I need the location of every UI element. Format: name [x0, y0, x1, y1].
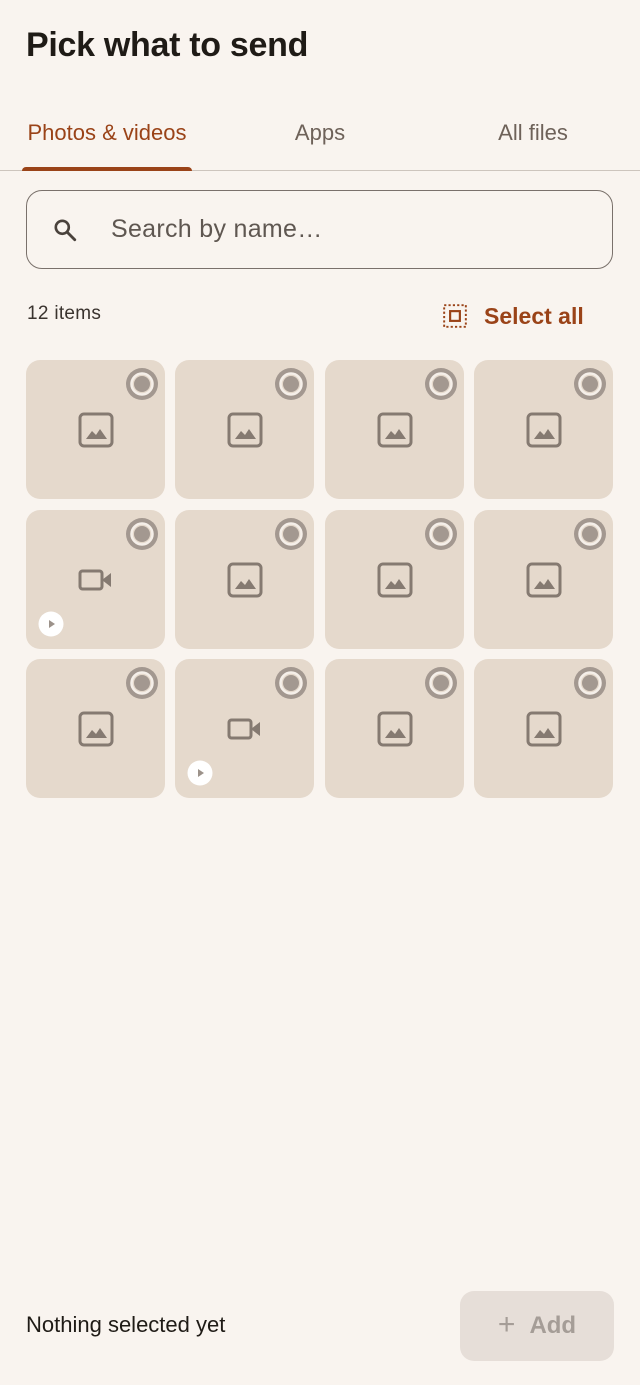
media-tile-image[interactable] [324, 509, 464, 649]
image-icon [376, 561, 414, 599]
image-icon [226, 561, 264, 599]
play-badge-icon [187, 760, 213, 786]
tab-bar: Photos & videos Apps All files [0, 95, 640, 171]
media-tile-video[interactable] [26, 509, 165, 649]
video-icon [77, 561, 115, 599]
select-checkbox[interactable] [573, 367, 607, 401]
media-tile-image[interactable] [473, 659, 613, 798]
tab-label: Apps [294, 119, 346, 145]
media-tile-image[interactable] [324, 659, 464, 798]
search-icon [54, 219, 77, 242]
image-icon [525, 561, 563, 599]
select-checkbox[interactable] [424, 666, 458, 700]
media-tile-video[interactable] [175, 659, 315, 798]
tab-apps[interactable]: Apps [250, 95, 390, 170]
media-tile-image[interactable] [26, 360, 165, 499]
active-tab-indicator [22, 167, 192, 171]
select-checkbox[interactable] [424, 517, 458, 551]
select-checkbox[interactable] [125, 367, 159, 401]
media-tile-image[interactable] [26, 659, 165, 798]
select-checkbox[interactable] [573, 517, 607, 551]
select-checkbox[interactable] [125, 517, 159, 551]
image-icon [525, 710, 563, 748]
select-checkbox[interactable] [274, 666, 308, 700]
media-tile-image[interactable] [175, 360, 315, 499]
select-checkbox[interactable] [274, 517, 308, 551]
select-all-icon [443, 304, 467, 328]
tab-label: All files [498, 119, 568, 145]
select-checkbox[interactable] [125, 666, 159, 700]
selection-status: Nothing selected yet [26, 1312, 226, 1337]
select-all-label: Select all [484, 302, 584, 329]
search-box [26, 190, 613, 269]
image-icon [226, 411, 264, 449]
tab-all-files[interactable]: All files [470, 95, 596, 170]
page-title: Pick what to send [26, 26, 309, 64]
select-checkbox[interactable] [424, 367, 458, 401]
select-checkbox[interactable] [573, 666, 607, 700]
search-input[interactable] [111, 191, 591, 267]
image-icon [376, 411, 414, 449]
image-icon [77, 710, 115, 748]
image-icon [525, 411, 563, 449]
select-checkbox[interactable] [274, 367, 308, 401]
item-count: 12 items [27, 303, 102, 324]
add-label: Add [529, 1312, 577, 1339]
select-all-button[interactable]: Select all [442, 296, 584, 336]
media-tile-image[interactable] [324, 360, 464, 499]
media-tile-image[interactable] [473, 509, 613, 649]
image-icon [376, 710, 414, 748]
image-icon [77, 411, 115, 449]
add-button[interactable]: + Add [460, 1291, 614, 1361]
media-tile-image[interactable] [175, 509, 315, 649]
media-tile-image[interactable] [473, 360, 613, 499]
video-icon [226, 710, 264, 748]
tab-photos-videos[interactable]: Photos & videos [22, 95, 192, 170]
tab-label: Photos & videos [27, 119, 187, 145]
plus-icon: + [497, 1307, 516, 1341]
play-badge-icon [38, 611, 64, 637]
